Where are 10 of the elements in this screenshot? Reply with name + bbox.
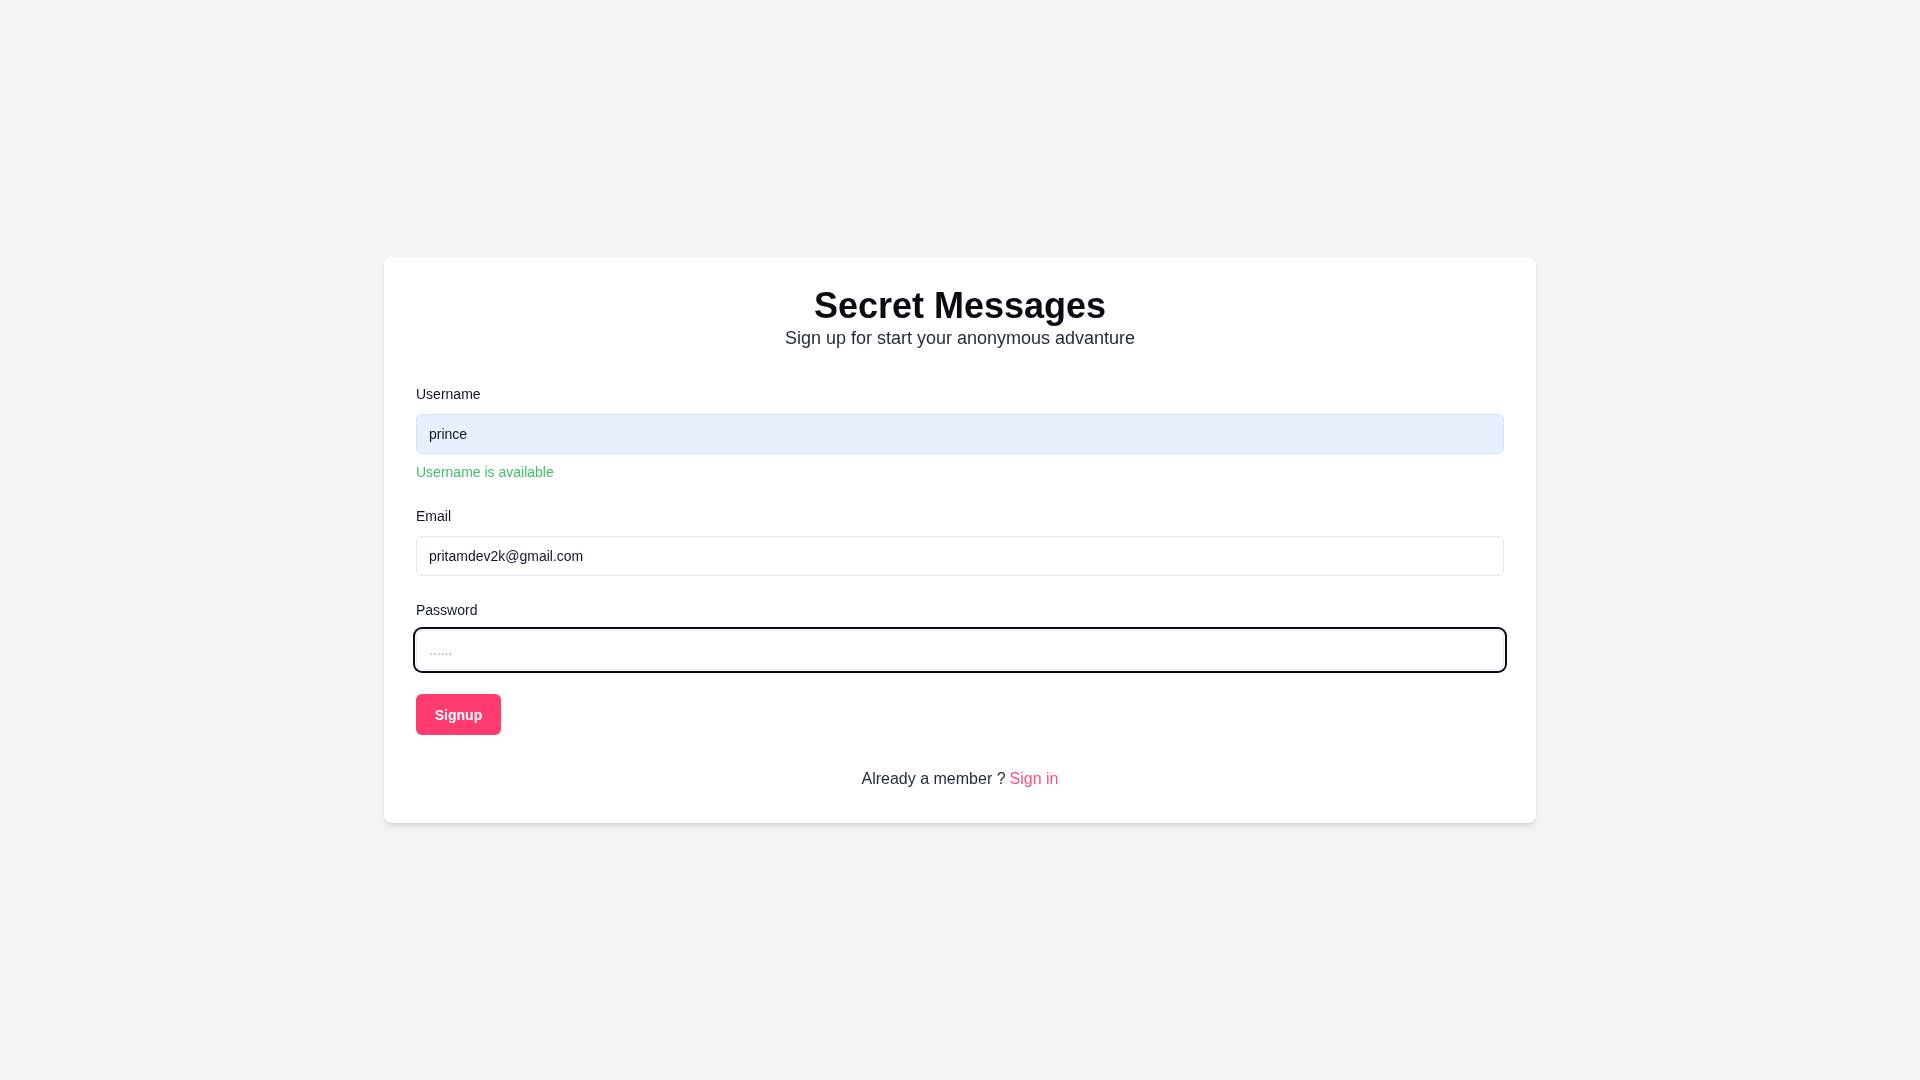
footer-text: Already a member ? (861, 769, 1006, 789)
input-field[interactable]: prince (416, 414, 1504, 454)
field-label: Email (416, 507, 451, 526)
field-label: Username (416, 385, 481, 404)
input-field[interactable]: pritamdev2k@gmail.com (416, 536, 1504, 576)
validation-message: Username is available (416, 463, 554, 482)
page-title: Secret Messages (813, 288, 1107, 324)
page-subtitle: Sign up for start your anonymous advanture (784, 327, 1136, 350)
field-label: Password (416, 601, 478, 620)
input-field[interactable]: ...... (416, 630, 1504, 670)
